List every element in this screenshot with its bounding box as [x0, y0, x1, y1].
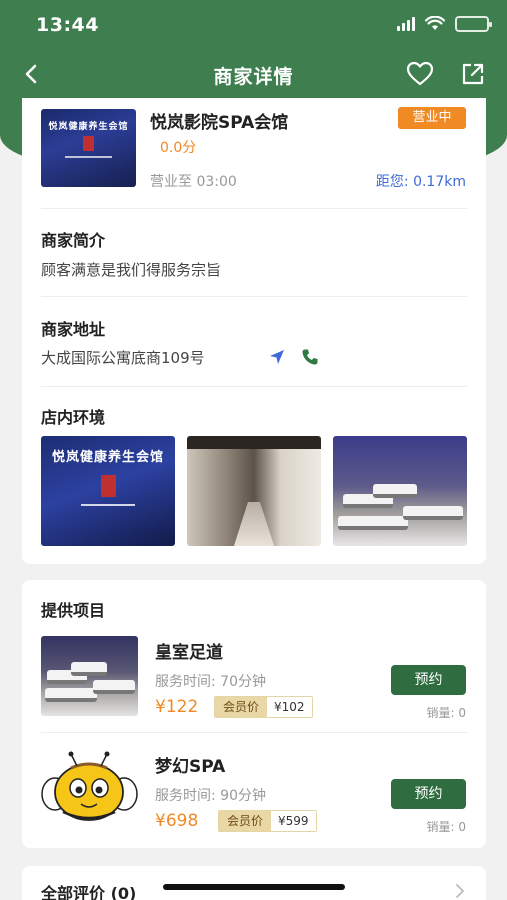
shop-distance: 距您: 0.17km	[376, 171, 466, 191]
heart-icon[interactable]	[405, 60, 435, 88]
thumbnail-door	[82, 135, 95, 152]
member-price-label: 会员价	[215, 697, 268, 717]
photo-bed	[338, 516, 408, 530]
divider	[41, 386, 467, 387]
photo-bed	[71, 662, 107, 676]
status-badge: 营业中	[398, 107, 466, 129]
photo-bed	[403, 506, 463, 520]
photo-bed	[93, 680, 135, 694]
item-price: ¥122	[155, 697, 199, 717]
corridor-ceiling	[187, 436, 321, 450]
distance-value: 0.17km	[413, 174, 466, 190]
chevron-right-icon[interactable]	[454, 883, 466, 899]
item-duration: 服务时间: 70分钟	[155, 674, 266, 690]
book-button[interactable]: 预约	[391, 779, 466, 809]
environment-title: 店内环境	[41, 408, 106, 427]
intro-title: 商家简介	[41, 231, 106, 250]
member-price-label: 会员价	[219, 811, 272, 831]
address-title: 商家地址	[41, 320, 106, 339]
navigation-icon[interactable]	[269, 349, 285, 365]
item-photo-foot-spa[interactable]	[41, 636, 138, 716]
signal-icon	[397, 17, 415, 31]
photo-door	[101, 474, 117, 497]
item-duration: 服务时间: 90分钟	[155, 788, 266, 804]
shop-name: 悦岚影院SPA会馆	[150, 113, 289, 133]
member-price-value: ¥599	[271, 811, 316, 831]
phone-icon[interactable]	[301, 348, 319, 366]
item-photo-bee-mascot[interactable]	[41, 750, 138, 830]
status-bar: 13:44	[0, 0, 507, 50]
environment-sign: 悦岚健康养生会馆	[51, 450, 164, 465]
share-icon[interactable]	[459, 60, 487, 88]
shop-info-card: 悦岚健康养生会馆 悦岚影院SPA会馆 0.0分 营业至 03:00 营业中 距您…	[22, 98, 486, 564]
member-price-value: ¥102	[267, 697, 312, 717]
environment-photo-1[interactable]: 悦岚健康养生会馆	[41, 436, 175, 546]
distance-label: 距您:	[375, 174, 409, 190]
divider	[41, 208, 467, 209]
address-text: 大成国际公寓底商109号	[41, 349, 205, 367]
environment-photo-2[interactable]	[187, 436, 321, 546]
corridor-floor	[233, 502, 275, 546]
status-icons	[397, 16, 492, 32]
divider	[41, 732, 467, 733]
item-name: 梦幻SPA	[155, 757, 226, 777]
item-sales: 销量: 0	[426, 820, 467, 834]
battery-icon	[455, 16, 492, 32]
service-items-card: 提供项目 皇室足道 服务时间: 70分钟 ¥122 会员价 ¥102 预约 销量…	[22, 580, 486, 848]
divider	[41, 296, 467, 297]
photo-bed	[373, 484, 417, 498]
book-button[interactable]: 预约	[391, 665, 466, 695]
photo-light	[81, 504, 135, 507]
member-price-tag: 会员价 ¥599	[218, 810, 317, 832]
shop-thumbnail[interactable]: 悦岚健康养生会馆	[41, 109, 136, 187]
photo-bed	[45, 688, 97, 702]
status-time: 13:44	[36, 14, 99, 36]
nav-bar: 商家详情	[0, 52, 507, 96]
home-indicator	[163, 884, 345, 890]
item-name: 皇室足道	[155, 643, 223, 663]
member-price-tag: 会员价 ¥102	[214, 696, 313, 718]
shop-thumbnail-sign: 悦岚健康养生会馆	[48, 122, 129, 132]
reviews-title: 全部评价 (0)	[41, 884, 137, 900]
shop-hours: 营业至 03:00	[150, 174, 237, 190]
thumbnail-light	[64, 155, 113, 158]
item-price: ¥698	[155, 811, 199, 831]
items-title: 提供项目	[41, 601, 106, 620]
shop-rating: 0.0分	[160, 140, 197, 156]
item-sales: 销量: 0	[426, 706, 467, 720]
intro-text: 顾客满意是我们得服务宗旨	[41, 261, 222, 279]
wifi-icon	[425, 16, 445, 30]
environment-photo-3[interactable]	[333, 436, 467, 546]
reviews-card[interactable]: 全部评价 (0)	[22, 866, 486, 900]
